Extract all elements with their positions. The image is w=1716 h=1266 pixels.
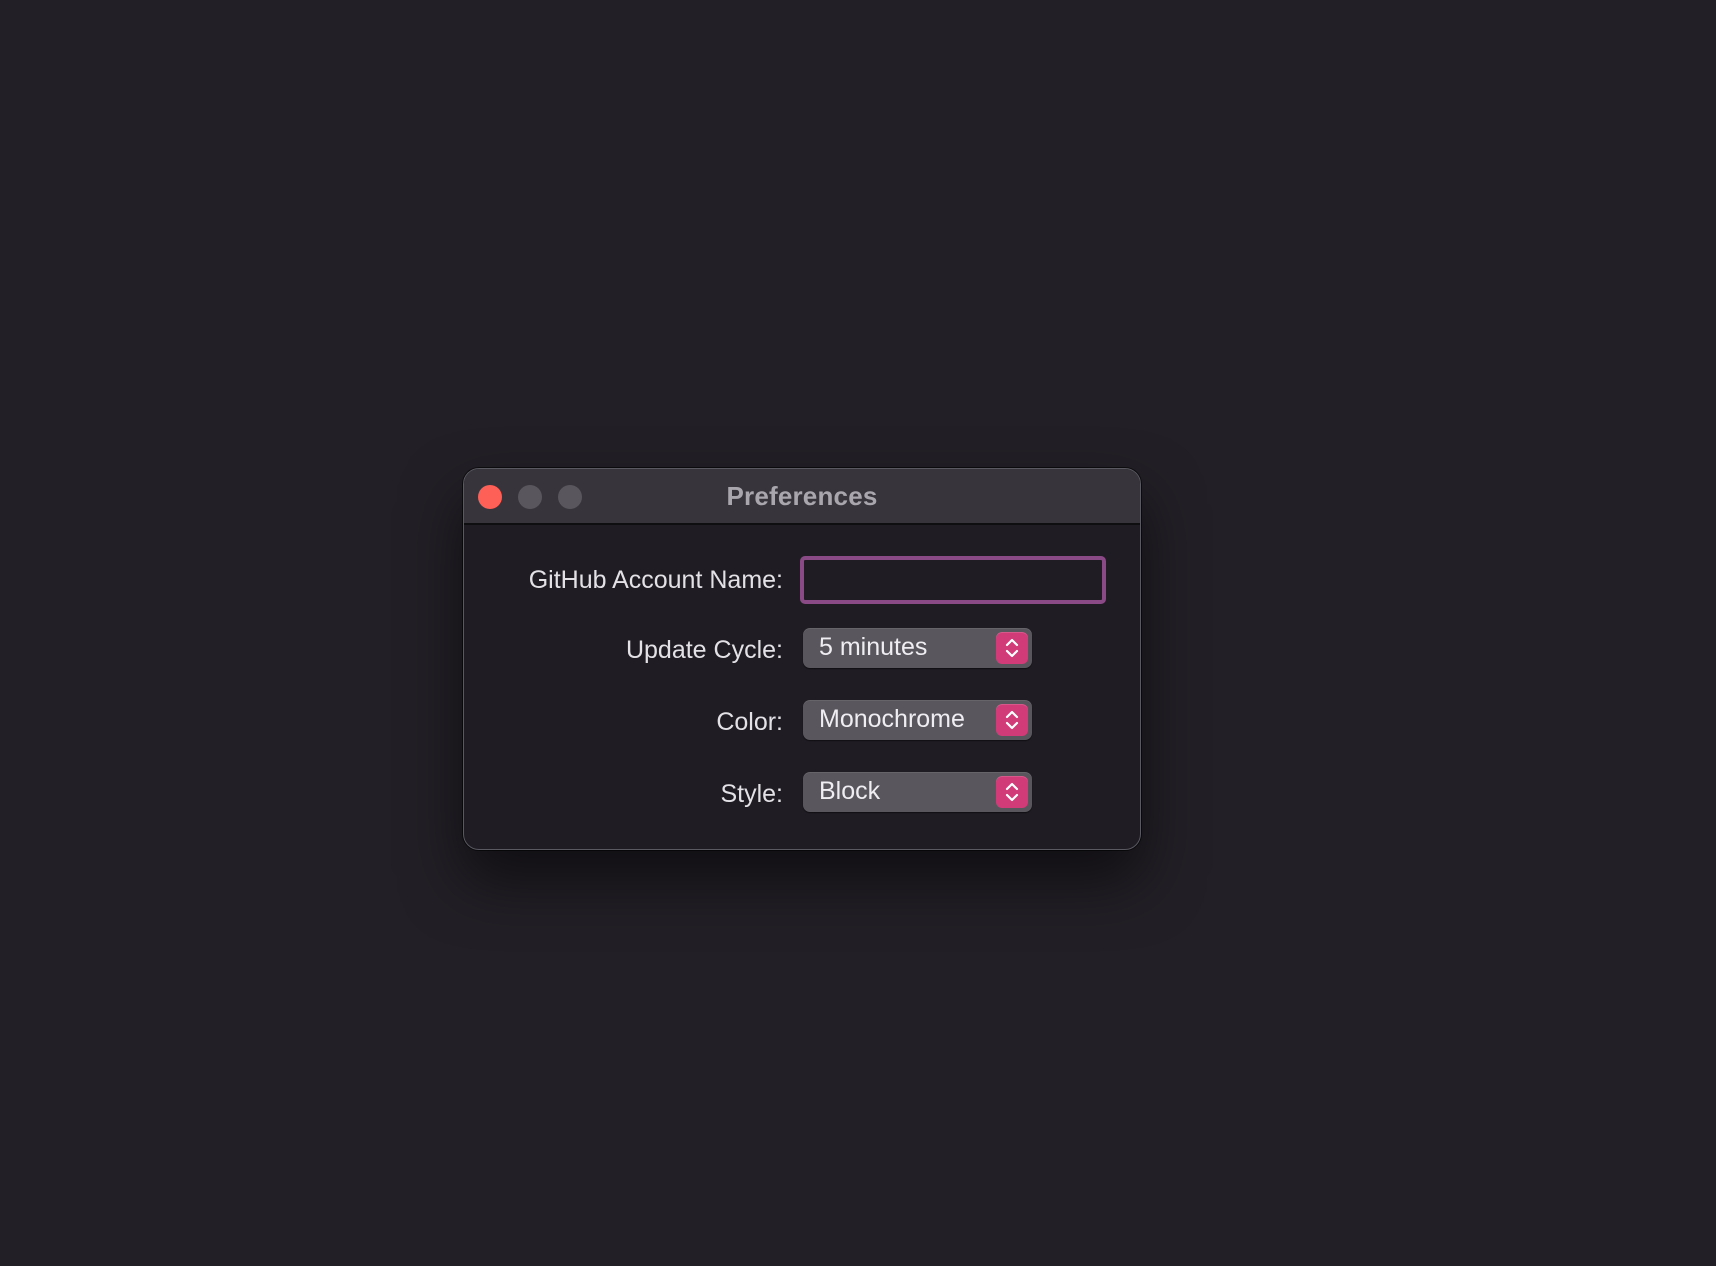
style-popup[interactable]: Block: [803, 772, 1032, 812]
style-row: Style: Block: [464, 772, 1140, 816]
color-value: Monochrome: [819, 705, 965, 733]
style-value: Block: [819, 777, 881, 805]
update-cycle-value: 5 minutes: [819, 633, 928, 661]
title-bar[interactable]: Preferences: [464, 469, 1140, 525]
chevron-up-down-icon: [996, 776, 1028, 808]
color-label: Color:: [716, 708, 783, 736]
window-title: Preferences: [726, 481, 878, 511]
update-cycle-label: Update Cycle:: [625, 636, 783, 664]
update-cycle-row: Update Cycle: 5 minutes: [464, 628, 1140, 672]
account-name-label: GitHub Account Name:: [528, 566, 783, 594]
preferences-window: Preferences GitHub Account Name: Update …: [463, 468, 1141, 850]
color-row: Color: Monochrome: [464, 700, 1140, 744]
preferences-form: GitHub Account Name: Update Cycle: 5 min…: [464, 525, 1140, 849]
update-cycle-popup[interactable]: 5 minutes: [803, 628, 1032, 668]
account-row: GitHub Account Name:: [464, 556, 1140, 604]
style-label: Style:: [720, 780, 783, 808]
chevron-up-down-icon: [996, 632, 1028, 664]
account-name-input[interactable]: [800, 556, 1106, 604]
chevron-up-down-icon: [996, 704, 1028, 736]
color-popup[interactable]: Monochrome: [803, 700, 1032, 740]
desktop: Preferences GitHub Account Name: Update …: [0, 0, 1716, 1266]
